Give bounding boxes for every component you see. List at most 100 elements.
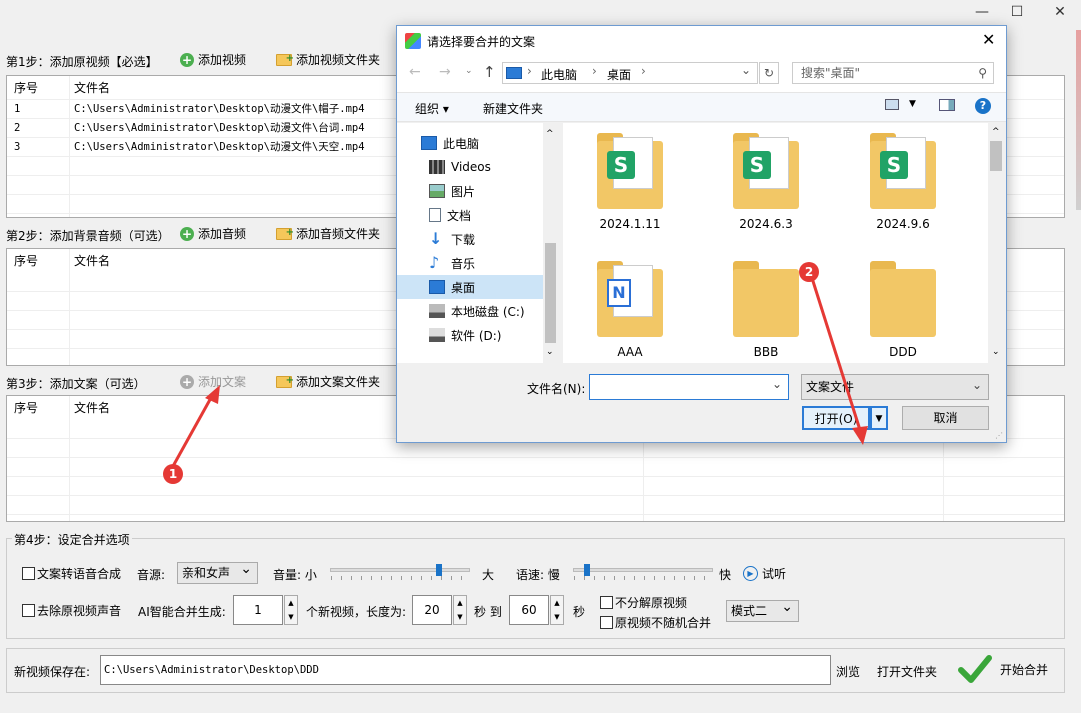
min-length-input[interactable]: 20 [412, 595, 452, 625]
address-bar[interactable]: › 此电脑 › 桌面 › ⌄ [502, 62, 758, 84]
add-audio-folder-label: 添加音频文件夹 [296, 227, 381, 241]
table-row-file[interactable]: C:\Users\Administrator\Desktop\动漫文件\天空.m… [74, 138, 365, 157]
count-suffix: 个新视频，长度为: [306, 605, 407, 619]
sec-label: 秒 [573, 605, 586, 619]
max-length-input[interactable]: 60 [509, 595, 549, 625]
max-length-stepper[interactable]: ▲ ▼ [550, 595, 564, 625]
open-folder-button[interactable]: 打开文件夹 [877, 663, 937, 680]
tts-checkbox[interactable]: 文案转语音合成 [22, 560, 122, 586]
filename-input[interactable]: ⌄ [589, 374, 789, 400]
tree-scroll-thumb[interactable] [545, 243, 556, 343]
col-index: 序号 [14, 401, 39, 415]
breadcrumb-current[interactable]: 桌面 [607, 66, 631, 83]
preview-button[interactable]: ▶ 试听 [743, 561, 786, 585]
search-placeholder: 搜索"桌面" [801, 66, 861, 80]
table-row-file[interactable]: C:\Users\Administrator\Desktop\动漫文件\台词.m… [74, 119, 365, 138]
speed-slider-thumb[interactable] [584, 564, 590, 576]
view-dropdown-icon[interactable]: ▼ [909, 99, 916, 109]
dialog-title: 请选择要合并的文案 [427, 35, 536, 49]
download-icon: ↓ [429, 229, 443, 248]
tree-item-documents[interactable]: 文档 [397, 203, 543, 227]
voice-select[interactable]: 亲和女声 [177, 559, 258, 584]
dialog-close-icon[interactable]: ✕ [982, 30, 995, 49]
start-merge-button[interactable]: 开始合并 [954, 641, 1064, 697]
close-button[interactable]: ✕ [1040, 0, 1080, 24]
filetype-select[interactable]: 文案文件 ⌄ [801, 374, 989, 400]
organize-button[interactable]: 组织 ▾ [415, 100, 449, 117]
count-input[interactable]: 1 [233, 595, 283, 625]
count-stepper[interactable]: ▲ ▼ [284, 595, 298, 625]
nav-tree: 此电脑 Videos 图片 文档 ↓ 下载 ♪ 音乐 桌面 本地磁盘 (C:) 软件… [397, 123, 559, 363]
computer-icon [506, 67, 522, 79]
refresh-icon[interactable]: ↻ [759, 62, 779, 84]
no-random-checkbox[interactable]: 原视频不随机合并 [600, 612, 712, 632]
file-item[interactable]: DDD [848, 261, 958, 359]
add-text-button[interactable]: + 添加文案 [178, 371, 251, 393]
recent-dropdown-icon[interactable]: ⌄ [465, 66, 473, 76]
drive-icon [429, 328, 445, 342]
view-icon[interactable] [885, 99, 899, 110]
add-video-folder-button[interactable]: 添加视频文件夹 [274, 48, 385, 71]
minimize-button[interactable]: — [962, 0, 1002, 24]
speed-max-label: 快 [719, 568, 732, 582]
folder-add-icon [276, 222, 294, 244]
tree-item-desktop[interactable]: 桌面 [397, 275, 543, 299]
app-icon [405, 33, 421, 49]
volume-slider-thumb[interactable] [436, 564, 443, 576]
tree-item-music[interactable]: ♪ 音乐 [397, 251, 543, 275]
volume-slider[interactable] [330, 568, 470, 572]
new-folder-button[interactable]: 新建文件夹 [483, 100, 543, 117]
tree-item-pictures[interactable]: 图片 [397, 179, 543, 203]
browse-button[interactable]: 浏览 [836, 663, 860, 680]
tree-item-videos[interactable]: Videos [397, 155, 543, 179]
no-split-label: 不分解原视频 [615, 595, 688, 610]
checkmark-icon [958, 655, 992, 683]
open-button[interactable]: 打开(O) [802, 406, 870, 430]
tree-item-downloads[interactable]: ↓ 下载 [397, 227, 543, 251]
open-dropdown-icon[interactable]: ▼ [870, 406, 888, 430]
drive-icon [429, 304, 445, 318]
address-dropdown-icon[interactable]: ⌄ [741, 63, 751, 77]
add-text-folder-button[interactable]: 添加文案文件夹 [274, 370, 385, 393]
marker-2: 2 [799, 262, 819, 282]
file-item[interactable]: S 2024.6.3 [711, 133, 821, 231]
add-audio-button[interactable]: + 添加音频 [178, 223, 251, 245]
document-icon [429, 208, 441, 222]
file-scroll-thumb[interactable] [990, 141, 1002, 171]
file-item[interactable]: S 2024.9.6 [848, 133, 958, 231]
excel-folder-icon: S [733, 133, 799, 209]
file-item[interactable]: N AAA [575, 261, 685, 359]
maximize-button[interactable]: ☐ [997, 0, 1037, 24]
add-audio-folder-button[interactable]: 添加音频文件夹 [274, 222, 385, 245]
tree-item-drive-d[interactable]: 软件 (D:) [397, 323, 543, 347]
tree-scrollbar[interactable]: ^ ⌄ [543, 123, 559, 363]
breadcrumb-root[interactable]: 此电脑 [541, 66, 577, 83]
tree-item-pc[interactable]: 此电脑 [397, 131, 543, 155]
add-video-button[interactable]: + 添加视频 [178, 49, 251, 71]
back-icon[interactable]: ← [409, 64, 421, 80]
preview-pane-icon[interactable] [939, 99, 955, 111]
remove-audio-checkbox[interactable]: 去除原视频声音 [22, 597, 122, 623]
save-path-input[interactable]: C:\Users\Administrator\Desktop\DDD [100, 655, 831, 685]
file-item[interactable]: S 2024.1.11 [575, 133, 685, 231]
scroll-edge [1076, 30, 1081, 210]
help-icon[interactable]: ? [975, 98, 991, 114]
col-filename: 文件名 [74, 401, 111, 415]
cancel-button[interactable]: 取消 [902, 406, 989, 430]
file-scrollbar[interactable]: ^ ⌄ [988, 123, 1005, 363]
speed-slider[interactable] [573, 568, 713, 572]
to-label: 秒 到 [474, 605, 502, 619]
add-video-label: 添加视频 [198, 53, 247, 67]
table-row-index: 1 [14, 103, 21, 115]
resize-grip-icon[interactable]: ⋰ [995, 431, 1003, 440]
min-length-stepper[interactable]: ▲ ▼ [453, 595, 467, 625]
no-split-checkbox[interactable]: 不分解原视频 [600, 592, 688, 612]
mode-select[interactable]: 模式二 [726, 597, 799, 622]
tree-item-drive-c[interactable]: 本地磁盘 (C:) [397, 299, 543, 323]
folder-icon [870, 261, 936, 337]
table-row-file[interactable]: C:\Users\Administrator\Desktop\动漫文件\帽子.m… [74, 100, 365, 119]
up-icon[interactable]: ↑ [483, 63, 496, 81]
search-input[interactable]: 搜索"桌面" ⚲ [792, 62, 994, 84]
filename-dropdown-icon[interactable]: ⌄ [772, 377, 782, 391]
forward-icon[interactable]: → [439, 64, 451, 80]
